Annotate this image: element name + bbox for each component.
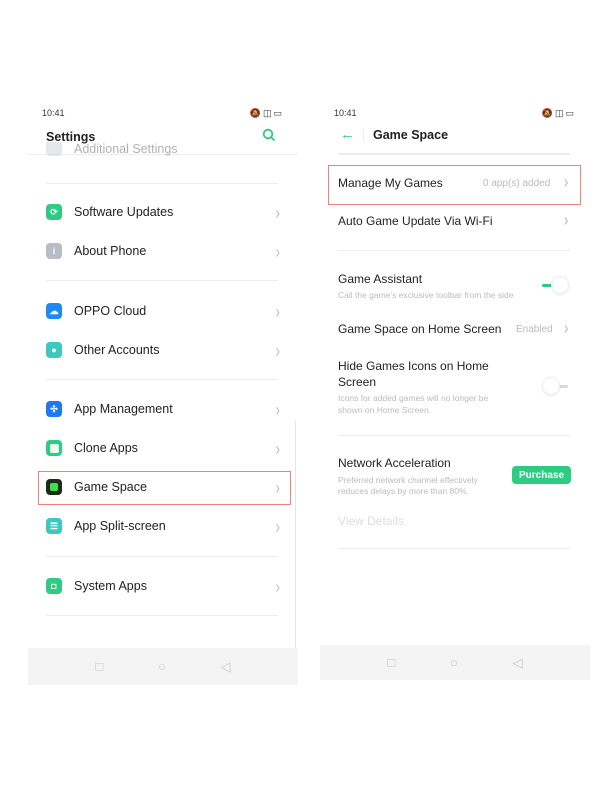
game-assistant-toggle[interactable] <box>542 276 569 294</box>
status-time: 10:41 <box>334 108 357 118</box>
settings-item-oppo-cloud[interactable]: ☁ OPPO Cloud › <box>46 297 280 325</box>
navigation-bar: □ ○ ◁ <box>28 648 298 685</box>
chevron-right-icon: › <box>275 437 280 459</box>
chevron-right-icon: › <box>275 300 280 322</box>
chevron-right-icon: › <box>275 515 280 537</box>
android-icon: ◘ <box>46 578 62 594</box>
recents-icon[interactable]: □ <box>387 655 395 670</box>
chevron-right-icon: › <box>275 398 280 420</box>
view-details-link[interactable]: View Details <box>338 514 404 528</box>
settings-item-app-management[interactable]: ✣ App Management › <box>46 395 280 423</box>
settings-item-app-split-screen[interactable]: ☰ App Split-screen › <box>46 512 280 540</box>
back-icon[interactable]: ◁ <box>513 655 523 671</box>
arrow-left-icon[interactable]: ← <box>340 126 355 143</box>
settings-item-additional-settings[interactable]: Additional Settings <box>46 142 280 156</box>
games-count: 0 app(s) added <box>483 178 551 189</box>
purchase-button[interactable]: Purchase <box>512 466 571 484</box>
chevron-right-icon: › <box>564 171 569 192</box>
home-icon[interactable]: ○ <box>158 659 166 674</box>
status-bar: 10:41 🔕◫▭ <box>42 106 284 120</box>
chevron-right-icon: › <box>275 575 280 597</box>
status-time: 10:41 <box>42 108 65 118</box>
settings-item-other-accounts[interactable]: ● Other Accounts › <box>46 336 280 364</box>
recents-icon[interactable]: □ <box>95 659 103 674</box>
chevron-right-icon: › <box>275 476 280 498</box>
settings-item-clone-apps[interactable]: Clone Apps › <box>46 434 280 462</box>
chevron-right-icon: › <box>564 317 569 338</box>
status-bar: 10:41 🔕◫▭ <box>334 106 576 120</box>
split-screen-icon: ☰ <box>46 518 62 534</box>
back-icon[interactable]: ◁ <box>221 659 231 675</box>
apps-grid-icon: ✣ <box>46 401 62 417</box>
status-icons: 🔕◫▭ <box>541 107 576 118</box>
info-icon: i <box>46 243 62 259</box>
game-space-icon <box>46 479 62 495</box>
update-icon: ⟳ <box>46 204 62 220</box>
chevron-right-icon: › <box>275 339 280 361</box>
navigation-bar: □ ○ ◁ <box>320 645 590 680</box>
status-icons: 🔕◫▭ <box>249 107 284 118</box>
settings-item-game-space[interactable]: Game Space › <box>46 473 280 501</box>
game-space-screen: 10:41 🔕◫▭ ← Game Space Manage My Games 0… <box>320 100 590 680</box>
clone-icon <box>46 440 62 456</box>
search-icon[interactable] <box>262 128 276 142</box>
chevron-right-icon: › <box>275 240 280 262</box>
cloud-icon: ☁ <box>46 303 62 319</box>
settings-item-about-phone[interactable]: i About Phone › <box>46 237 280 265</box>
chevron-right-icon: › <box>275 201 280 223</box>
hide-game-icons-toggle[interactable] <box>542 377 568 395</box>
person-icon: ● <box>46 342 62 358</box>
chevron-right-icon: › <box>564 209 569 230</box>
settings-screen: 10:41 🔕◫▭ Settings Additional Settings ⟳… <box>28 100 298 685</box>
scrollbar[interactable] <box>295 420 296 650</box>
settings-item-software-updates[interactable]: ⟳ Software Updates › <box>46 198 280 226</box>
settings-item-system-apps[interactable]: ◘ System Apps › <box>46 572 280 600</box>
home-icon[interactable]: ○ <box>450 655 458 670</box>
page-title: Game Space <box>373 128 449 142</box>
